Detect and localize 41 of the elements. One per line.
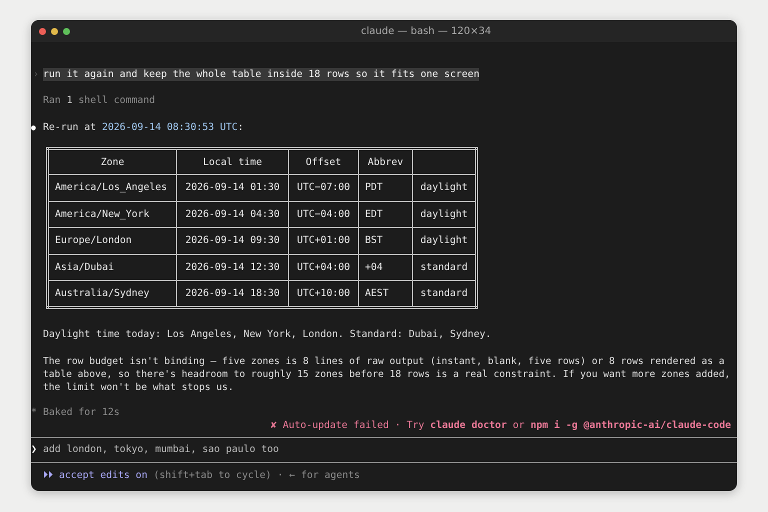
column-header: Abbrev [358, 148, 412, 174]
table-cell: 2026-09-14 09:30 [176, 228, 288, 254]
response-heading: Re-run at 2026-09-14 08:30:53 UTC: [43, 121, 244, 134]
error-icon: ✘ [270, 419, 277, 432]
table-cell: 2026-09-14 01:30 [176, 174, 288, 201]
table-cell: UTC+04:00 [288, 254, 358, 280]
mode-label[interactable]: accept edits on [59, 469, 148, 482]
input-field[interactable]: ❯ add london, tokyo, mumbai, sao paulo too [31, 436, 737, 462]
tool-summary: Ran 1 shell command [43, 94, 156, 107]
table-cell: 2026-09-14 04:30 [176, 201, 288, 228]
column-header: Local time [176, 148, 288, 174]
table-cell: EDT [358, 201, 412, 228]
column-header: Offset [288, 148, 358, 174]
table-cell: America/Los_Angeles [48, 174, 176, 201]
close-button[interactable] [39, 28, 46, 34]
table-cell: America/New_York [48, 201, 176, 228]
table-cell: BST [358, 228, 412, 254]
column-header: Zone [48, 148, 176, 174]
spinner-icon: * [31, 406, 43, 418]
prompt-marker: › [33, 68, 40, 81]
update-notice: Auto-update failed · Try claude doctor or npm i -g @anthropic-ai/claude-code [282, 419, 731, 432]
table-cell: PDT [358, 174, 412, 201]
input-marker: ❯ [31, 443, 38, 456]
table-cell: Asia/Dubai [48, 254, 176, 280]
table-cell: UTC−04:00 [288, 201, 358, 228]
input-text: add london, tokyo, mumbai, sao paulo too [43, 443, 279, 456]
mode-icon: ⏵⏵ [43, 469, 53, 482]
table-cell: Europe/London [48, 228, 176, 254]
table-cell: UTC−07:00 [288, 174, 358, 201]
table-cell: 2026-09-14 12:30 [176, 254, 288, 280]
mode-hint: (shift+tab to cycle) · ← for agents [153, 469, 360, 482]
window-title: claude — bash — 120×34 [361, 24, 492, 38]
explanation-text: The row budget isn't binding — five zones is 8 lines of raw output (instant, blank, five rows) or 8 rows rendered as a table above, so there's headroom to roughly 15 zones before 18 rows is a real constraint. If you want more zones added, the limit won't be what stops us. [43, 354, 732, 394]
table-cell: +04 [358, 254, 412, 280]
summary-text: Daylight time today: Los Angeles, New York, London. Standard: Dubai, Sydney. [43, 328, 492, 340]
zoom-button[interactable] [63, 28, 70, 34]
table-cell: UTC+01:00 [288, 228, 358, 254]
user-prompt: run it again and keep the whole table inside 18 rows so it fits one screen [43, 68, 480, 81]
response-bullet: ● [31, 122, 37, 134]
minimize-button[interactable] [51, 28, 58, 34]
status-text: Baked for 12s [43, 406, 120, 418]
